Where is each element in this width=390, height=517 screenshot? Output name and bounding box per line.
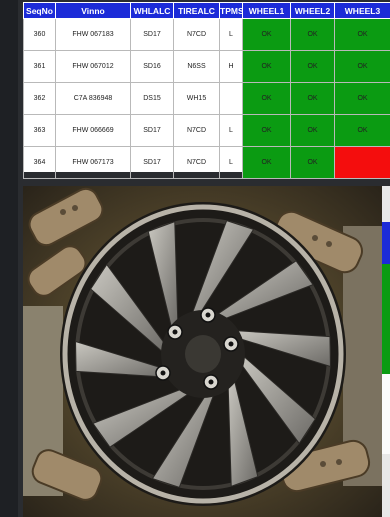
table-row[interactable]: 362 C7A 836948 DS15 WH15 OK OK OK	[23, 82, 390, 115]
cell-seqno: 360	[23, 18, 56, 51]
cell-whlalc: SD17	[130, 146, 174, 179]
cell-seqno: 362	[23, 82, 56, 115]
cell-wheel3-status: OK	[334, 82, 390, 115]
cell-wheel3-status-ng	[334, 146, 390, 179]
cell-wheel2-status: OK	[290, 50, 335, 83]
cell-vinno: FHW 066669	[55, 114, 131, 147]
cell-wheel2-status: OK	[290, 82, 335, 115]
cell-wheel1-status: OK	[242, 114, 291, 147]
cell-wheel1-status: OK	[242, 146, 291, 179]
cell-tpms: H	[219, 50, 243, 83]
cell-wheel3-status: OK	[334, 50, 390, 83]
inspection-window: SeqNo Vinno WHLALC TIREALC TPMS WHEEL1 W…	[18, 0, 390, 517]
side-panel-header	[382, 222, 390, 264]
table-row[interactable]: 361 FHW 067012 SD16 N6SS H OK OK OK	[23, 50, 390, 83]
side-panel-blank	[382, 374, 390, 454]
cell-tpms: L	[219, 114, 243, 147]
header-wheel2[interactable]: WHEEL2	[290, 2, 335, 19]
cell-whlalc: SD16	[130, 50, 174, 83]
side-panel-edge	[382, 186, 390, 517]
header-whlalc[interactable]: WHLALC	[130, 2, 174, 19]
alloy-wheel-icon	[23, 186, 382, 517]
cell-tpms: L	[219, 18, 243, 51]
cell-seqno: 361	[23, 50, 56, 83]
cell-wheel2-status: OK	[290, 146, 335, 179]
side-panel-ok-block	[382, 264, 390, 374]
cell-wheel2-status: OK	[290, 18, 335, 51]
cell-tpms	[219, 82, 243, 115]
header-vinno[interactable]: Vinno	[55, 2, 131, 19]
cell-wheel2-status: OK	[290, 114, 335, 147]
cell-seqno: 363	[23, 114, 56, 147]
header-tirealc[interactable]: TIREALC	[173, 2, 220, 19]
cell-wheel1-status: OK	[242, 82, 291, 115]
cell-vinno: FHW 067012	[55, 50, 131, 83]
cell-whlalc: DS15	[130, 82, 174, 115]
table-row[interactable]: 360 FHW 067183 SD17 N7CD L OK OK OK	[23, 18, 390, 51]
cell-wheel3-status: OK	[334, 114, 390, 147]
cell-tirealc: N7CD	[173, 18, 220, 51]
table-header-row: SeqNo Vinno WHLALC TIREALC TPMS WHEEL1 W…	[23, 2, 390, 19]
header-seqno[interactable]: SeqNo	[23, 2, 56, 19]
table-row[interactable]: 364 FHW 067173 SD17 N7CD L OK OK	[23, 146, 390, 179]
cell-vinno: FHW 067173	[55, 146, 131, 179]
header-wheel3[interactable]: WHEEL3	[334, 2, 390, 19]
cell-whlalc: SD17	[130, 18, 174, 51]
cell-tirealc: N7CD	[173, 146, 220, 179]
table-row[interactable]: 363 FHW 066669 SD17 N7CD L OK OK OK	[23, 114, 390, 147]
cell-tirealc: WH15	[173, 82, 220, 115]
cell-tpms: L	[219, 146, 243, 179]
header-tpms[interactable]: TPMS	[219, 2, 243, 19]
cell-whlalc: SD17	[130, 114, 174, 147]
cell-wheel1-status: OK	[242, 50, 291, 83]
cell-tirealc: N7CD	[173, 114, 220, 147]
cell-seqno: 364	[23, 146, 56, 179]
inspection-table: SeqNo Vinno WHLALC TIREALC TPMS WHEEL1 W…	[23, 2, 390, 179]
cell-tirealc: N6SS	[173, 50, 220, 83]
cell-wheel1-status: OK	[242, 18, 291, 51]
cell-wheel3-status: OK	[334, 18, 390, 51]
camera-view	[23, 186, 382, 517]
inspection-table-panel: SeqNo Vinno WHLALC TIREALC TPMS WHEEL1 W…	[23, 2, 390, 179]
cell-vinno: FHW 067183	[55, 18, 131, 51]
header-wheel1[interactable]: WHEEL1	[242, 2, 291, 19]
cell-vinno: C7A 836948	[55, 82, 131, 115]
